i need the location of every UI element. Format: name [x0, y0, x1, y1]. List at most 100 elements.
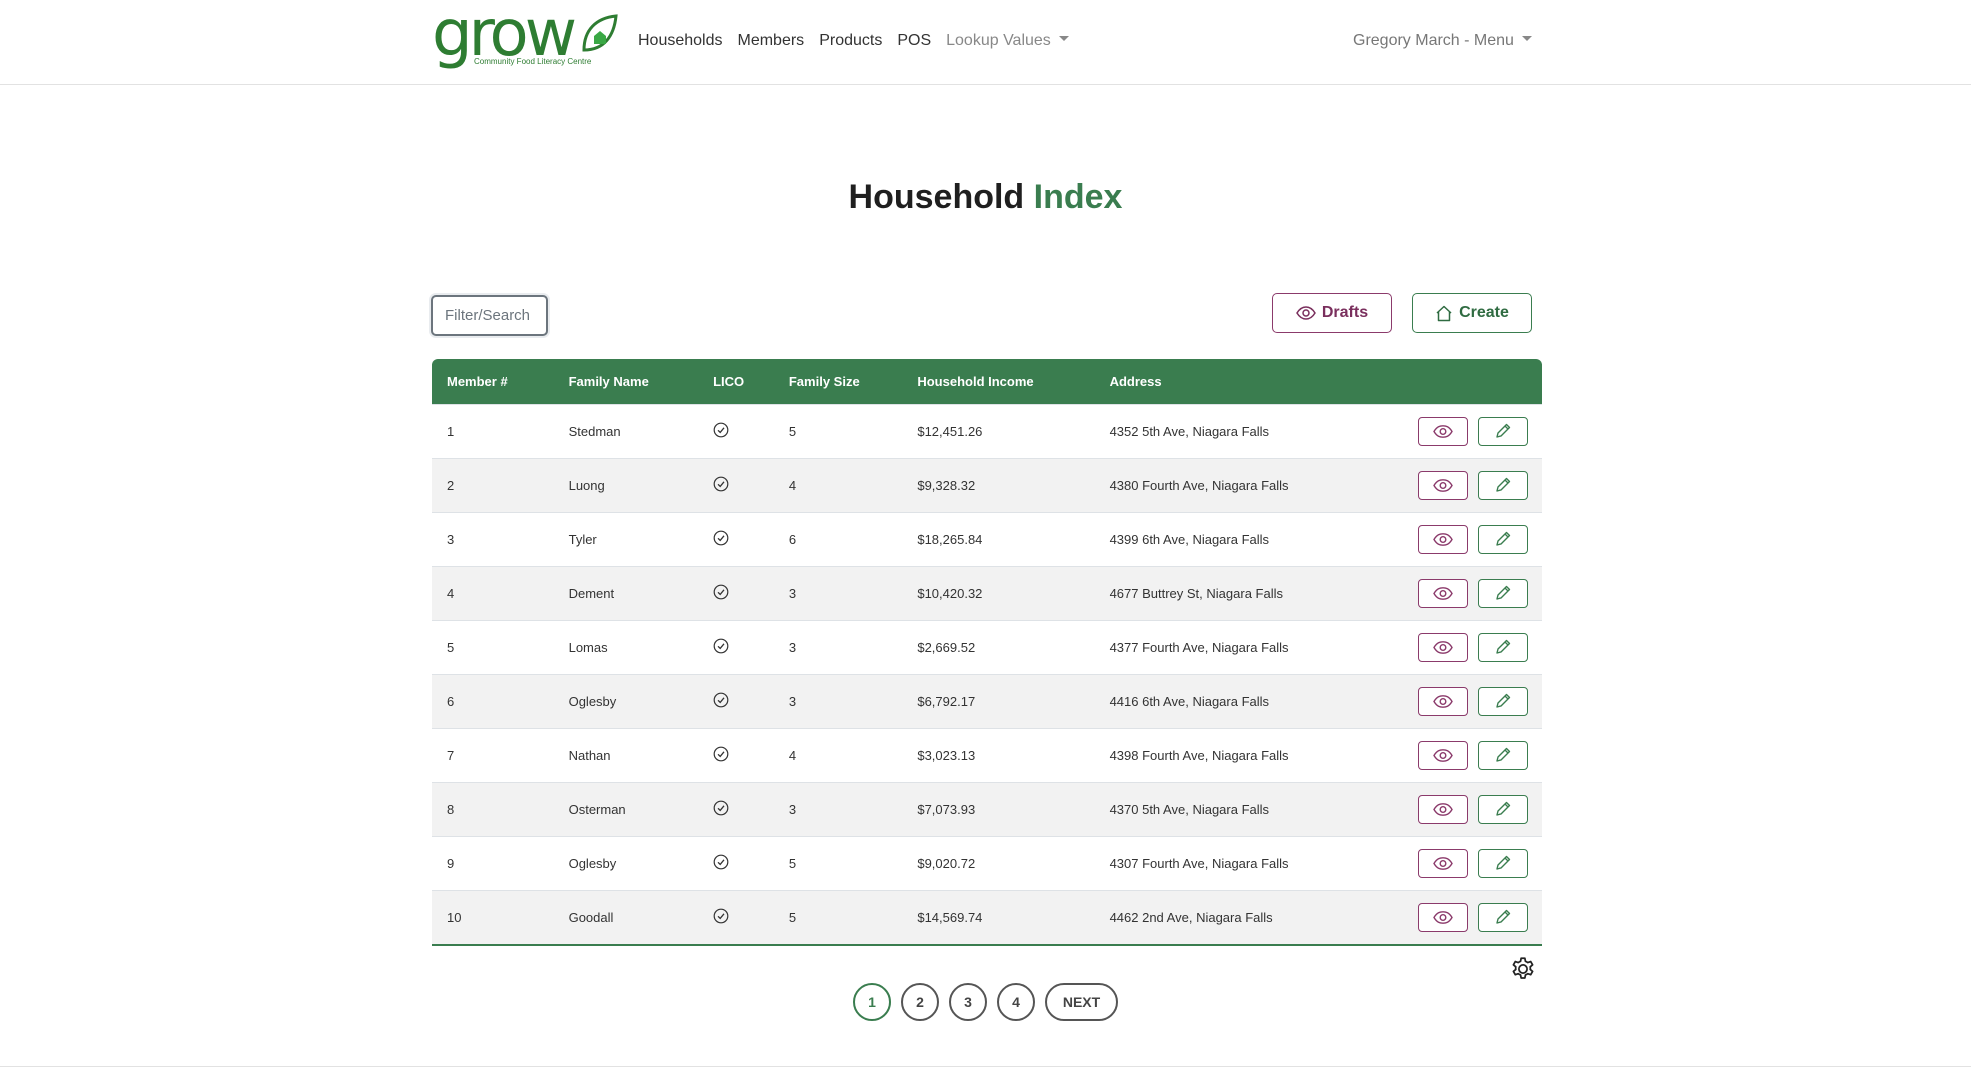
- search-input[interactable]: [431, 295, 548, 336]
- column-header-address[interactable]: Address: [1095, 359, 1393, 404]
- view-button[interactable]: [1418, 416, 1468, 446]
- edit-button[interactable]: [1478, 848, 1528, 878]
- column-header-household-income[interactable]: Household Income: [902, 359, 1094, 404]
- cell-actions: [1393, 512, 1542, 566]
- pencil-icon: [1494, 800, 1512, 818]
- nav-pos[interactable]: POS: [897, 32, 931, 50]
- eye-icon: [1433, 586, 1453, 600]
- cell-household-income: $18,265.84: [917, 531, 983, 547]
- view-button[interactable]: [1418, 632, 1468, 662]
- cell-family-name: Dement: [568, 585, 615, 601]
- cell-member-number: 1: [447, 423, 455, 439]
- cell-family-name: Luong: [568, 477, 605, 493]
- cell-address: 4416 6th Ave, Niagara Falls: [1109, 693, 1270, 709]
- table-header-row: Member # Family Name LICO Family Size Ho…: [432, 359, 1542, 404]
- view-button[interactable]: [1418, 902, 1468, 932]
- column-header-family-size[interactable]: Family Size: [774, 359, 902, 404]
- pencil-icon: [1494, 908, 1512, 926]
- cell-family-name: Oglesby: [568, 855, 617, 871]
- cell-lico: [698, 620, 774, 674]
- page-2-button[interactable]: 2: [901, 983, 939, 1021]
- table-row: 4 Dement 3 $10,420.32 4677 Buttrey St, Niaga…: [432, 566, 1542, 620]
- edit-button[interactable]: [1478, 794, 1528, 824]
- check-circle-icon: [713, 908, 729, 927]
- page-3-button[interactable]: 3: [949, 983, 987, 1021]
- edit-button[interactable]: [1478, 902, 1528, 932]
- pencil-icon: [1494, 422, 1512, 440]
- view-button[interactable]: [1418, 470, 1468, 500]
- chevron-down-icon: [1058, 36, 1069, 42]
- eye-icon: [1433, 424, 1453, 438]
- view-button[interactable]: [1418, 524, 1468, 554]
- edit-button[interactable]: [1478, 686, 1528, 716]
- leaf-icon: [582, 14, 618, 52]
- top-navbar: grow Community Food Literacy Centre Hous…: [0, 0, 1971, 85]
- pencil-icon: [1494, 854, 1512, 872]
- edit-button[interactable]: [1478, 740, 1528, 770]
- cell-household-income: $12,451.26: [917, 423, 983, 439]
- cell-member-number: 2: [447, 477, 455, 493]
- cell-address: 4370 5th Ave, Niagara Falls: [1109, 801, 1270, 817]
- gear-icon[interactable]: [1509, 955, 1537, 983]
- nav-products[interactable]: Products: [819, 32, 882, 50]
- eye-icon: [1433, 802, 1453, 816]
- pencil-icon: [1494, 746, 1512, 764]
- page-title-main: Household: [848, 178, 1025, 216]
- house-icon: [1436, 305, 1452, 321]
- column-header-lico[interactable]: LICO: [698, 359, 774, 404]
- cell-member-number: 3: [447, 531, 455, 547]
- edit-button[interactable]: [1478, 578, 1528, 608]
- nav-members[interactable]: Members: [738, 32, 805, 50]
- cell-family-size: 3: [788, 585, 797, 601]
- cell-family-size: 6: [788, 531, 797, 547]
- view-button[interactable]: [1418, 740, 1468, 770]
- table-row: 5 Lomas 3 $2,669.52 4377 Fourth Ave, Niagara…: [432, 620, 1542, 674]
- page-1-button[interactable]: 1: [853, 983, 891, 1021]
- cell-address: 4352 5th Ave, Niagara Falls: [1109, 423, 1270, 439]
- cell-family-size: 3: [788, 639, 797, 655]
- eye-icon: [1433, 532, 1453, 546]
- view-button[interactable]: [1418, 848, 1468, 878]
- check-circle-icon: [713, 422, 729, 441]
- edit-button[interactable]: [1478, 632, 1528, 662]
- drafts-button[interactable]: Drafts: [1272, 293, 1392, 333]
- table-row: 6 Oglesby 3 $6,792.17 4416 6th Ave, Niagara …: [432, 674, 1542, 728]
- check-circle-icon: [713, 584, 729, 603]
- user-menu-dropdown[interactable]: Gregory March - Menu: [1353, 32, 1532, 50]
- cell-actions: [1393, 728, 1542, 782]
- edit-button[interactable]: [1478, 470, 1528, 500]
- cell-actions: [1393, 836, 1542, 890]
- pencil-icon: [1494, 530, 1512, 548]
- page-4-button[interactable]: 4: [997, 983, 1035, 1021]
- cell-household-income: $14,569.74: [917, 909, 983, 925]
- cell-member-number: 8: [447, 801, 455, 817]
- eye-icon: [1433, 856, 1453, 870]
- next-page-button[interactable]: NEXT: [1045, 983, 1118, 1021]
- cell-family-size: 5: [788, 423, 797, 439]
- pagination: 1 2 3 4 NEXT: [853, 983, 1118, 1021]
- edit-button[interactable]: [1478, 524, 1528, 554]
- cell-member-number: 7: [447, 747, 455, 763]
- edit-button[interactable]: [1478, 416, 1528, 446]
- cell-actions: [1393, 566, 1542, 620]
- cell-family-name: Goodall: [568, 909, 614, 925]
- view-button[interactable]: [1418, 686, 1468, 716]
- nav-households[interactable]: Households: [638, 32, 723, 50]
- cell-actions: [1393, 404, 1542, 458]
- column-header-family-name[interactable]: Family Name: [554, 359, 698, 404]
- table-row: 9 Oglesby 5 $9,020.72 4307 Fourth Ave, Niaga…: [432, 836, 1542, 890]
- brand-logo[interactable]: grow Community Food Literacy Centre: [432, 2, 618, 72]
- create-button[interactable]: Create: [1412, 293, 1532, 333]
- column-header-member[interactable]: Member #: [432, 359, 554, 404]
- cell-address: 4677 Buttrey St, Niagara Falls: [1109, 585, 1283, 601]
- view-button[interactable]: [1418, 578, 1468, 608]
- table-row: 1 Stedman 5 $12,451.26 4352 5th Ave, Niagara…: [432, 404, 1542, 458]
- check-circle-icon: [713, 854, 729, 873]
- cell-household-income: $2,669.52: [917, 639, 976, 655]
- nav-lookup-dropdown[interactable]: Lookup Values: [946, 32, 1069, 50]
- view-button[interactable]: [1418, 794, 1468, 824]
- create-label: Create: [1459, 304, 1509, 321]
- cell-actions: [1393, 620, 1542, 674]
- table-row: 10 Goodall 5 $14,569.74 4462 2nd Ave, Niagar…: [432, 890, 1542, 944]
- cell-family-size: 3: [788, 693, 797, 709]
